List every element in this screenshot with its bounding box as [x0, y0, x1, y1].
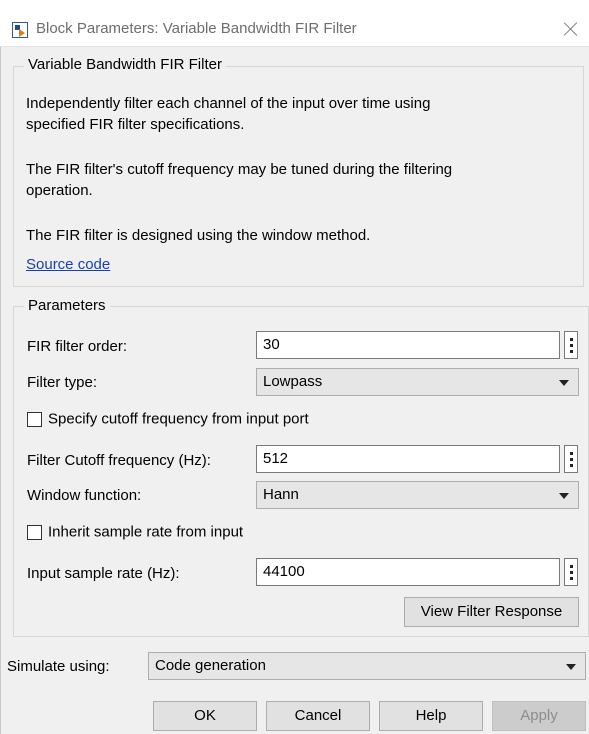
description-text-2: specified FIR filter specifications. — [26, 116, 245, 133]
simulate-using-dropdown[interactable]: Code generation — [148, 652, 586, 680]
window-border — [0, 46, 1, 734]
cutoff-frequency-label: Filter Cutoff frequency (Hz): — [27, 452, 211, 469]
close-icon[interactable] — [560, 18, 582, 40]
simulink-block-icon — [12, 22, 28, 38]
source-code-link[interactable]: Source code — [26, 255, 110, 275]
cancel-button[interactable]: Cancel — [266, 701, 370, 731]
window-title: Block Parameters: Variable Bandwidth FIR… — [36, 20, 357, 37]
help-button[interactable]: Help — [379, 701, 483, 731]
cutoff-from-port-checkbox-row[interactable]: Specify cutoff frequency from input port — [27, 410, 309, 430]
description-group-title: Variable Bandwidth FIR Filter — [24, 56, 226, 73]
simulate-using-value: Code generation — [155, 657, 266, 674]
simulate-using-label: Simulate using: — [7, 658, 110, 675]
sample-rate-options-icon[interactable] — [564, 558, 578, 586]
window-function-label: Window function: — [27, 487, 142, 504]
inherit-rate-checkbox[interactable] — [27, 524, 42, 540]
filter-order-options-icon[interactable] — [564, 331, 578, 359]
window-function-dropdown[interactable]: Hann — [256, 481, 579, 509]
filter-order-label: FIR filter order: — [27, 338, 128, 355]
sample-rate-label: Input sample rate (Hz): — [27, 565, 180, 582]
apply-button: Apply — [492, 701, 586, 731]
ok-button[interactable]: OK — [153, 701, 257, 731]
view-filter-response-button[interactable]: View Filter Response — [404, 597, 579, 627]
sample-rate-field[interactable]: 44100 — [256, 558, 560, 586]
chevron-down-icon — [559, 493, 569, 499]
title-bar: Block Parameters: Variable Bandwidth FIR… — [0, 0, 589, 47]
filter-order-field[interactable]: 30 — [256, 331, 560, 359]
cutoff-frequency-options-icon[interactable] — [564, 445, 578, 473]
description-text-1: Independently filter each channel of the… — [26, 95, 431, 112]
window-function-value: Hann — [263, 486, 299, 503]
description-text-4: operation. — [26, 182, 93, 199]
filter-type-label: Filter type: — [27, 374, 98, 391]
cutoff-frequency-field[interactable]: 512 — [256, 445, 560, 473]
inherit-rate-checkbox-row[interactable]: Inherit sample rate from input — [27, 523, 243, 543]
cutoff-from-port-checkbox[interactable] — [27, 411, 42, 427]
parameters-group-title: Parameters — [24, 297, 110, 314]
cutoff-from-port-label: Specify cutoff frequency from input port — [48, 410, 309, 428]
chevron-down-icon — [559, 380, 569, 386]
description-text-5: The FIR filter is designed using the win… — [26, 227, 371, 244]
description-text-3: The FIR filter's cutoff frequency may be… — [26, 161, 453, 178]
filter-type-dropdown[interactable]: Lowpass — [256, 368, 579, 396]
chevron-down-icon — [566, 664, 576, 670]
inherit-rate-label: Inherit sample rate from input — [48, 523, 244, 541]
filter-type-value: Lowpass — [263, 373, 323, 390]
